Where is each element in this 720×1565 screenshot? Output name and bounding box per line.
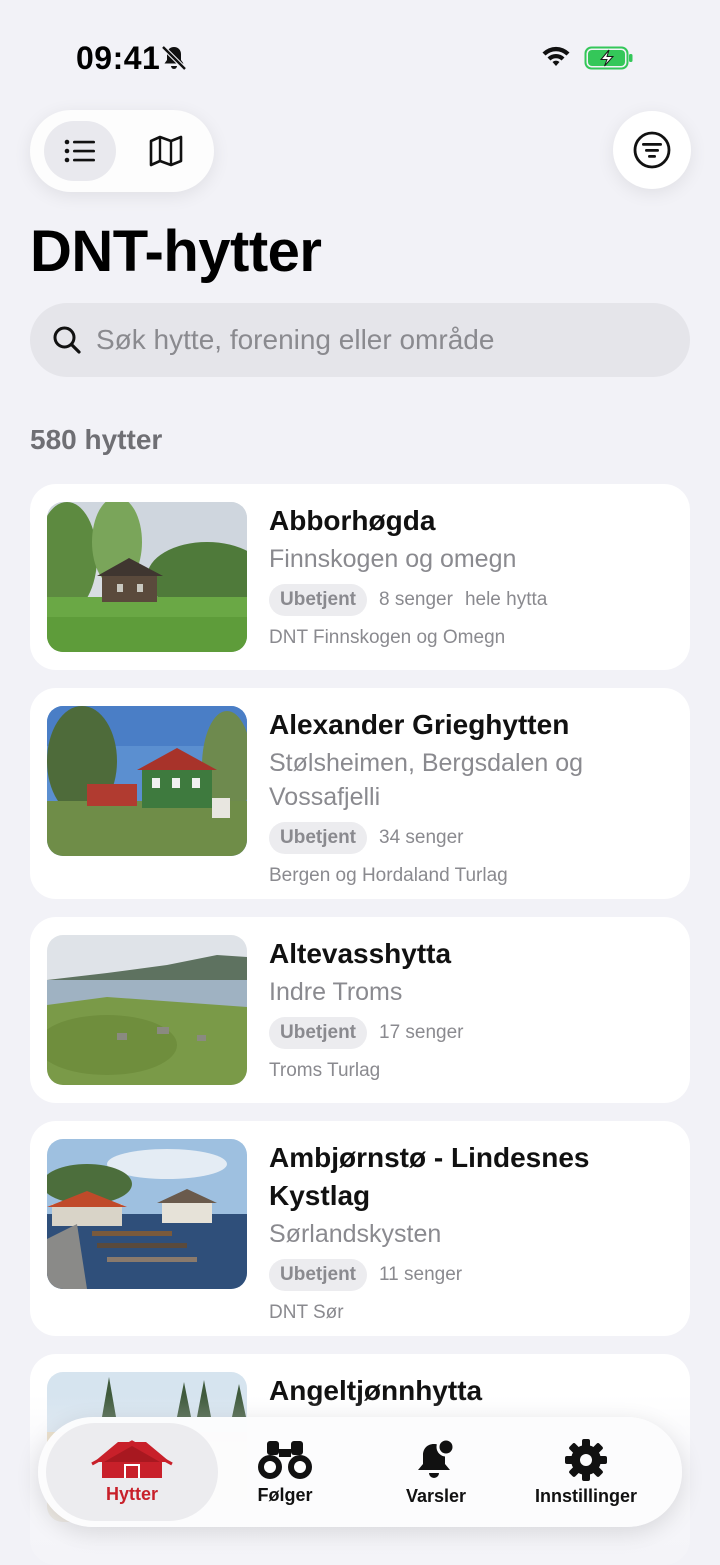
cabin-icon [91, 1439, 173, 1478]
cabin-organization: Troms Turlag [269, 1060, 381, 1081]
tab-folger[interactable]: Følger [218, 1423, 352, 1521]
gear-icon [565, 1438, 607, 1481]
cabin-name: Ambjørnstø - Lindesnes Kystlag [269, 1142, 590, 1211]
cabin-area: Stølsheimen, Bergsdalen og Vossafjelli [269, 749, 584, 811]
service-badge: Ubetjent [269, 1259, 367, 1291]
filter-button[interactable] [613, 111, 691, 189]
status-bar: 09:41 [0, 0, 720, 110]
bed-count: 8 senger [379, 589, 453, 610]
cabin-area: Finnskogen og omegn [269, 545, 517, 573]
cabin-meta: Ubetjent 17 senger [269, 1017, 679, 1049]
bed-count: 11 senger [379, 1264, 463, 1285]
wifi-icon [542, 46, 570, 66]
binoculars-icon [258, 1440, 312, 1479]
bed-count: 34 senger [379, 827, 464, 848]
map-view-button[interactable] [130, 121, 202, 181]
cabin-meta: Ubetjent 34 senger [269, 822, 679, 854]
cabin-area: Sørlandskysten [269, 1220, 442, 1248]
tab-hytter[interactable]: Hytter [46, 1423, 218, 1521]
page-title: DNT-hytter [30, 219, 322, 284]
tab-label: Hytter [105, 1483, 158, 1504]
cabin-area: Indre Troms [269, 978, 403, 1006]
tab-label: Følger [257, 1484, 313, 1505]
cabin-card[interactable]: Abborhøgda Finnskogen og omegn Ubetjent … [30, 484, 690, 670]
service-badge: Ubetjent [269, 822, 367, 854]
cabin-card[interactable]: Altevasshytta Indre Troms Ubetjent 17 se… [30, 917, 690, 1103]
cabin-organization: DNT Sør [269, 1302, 344, 1323]
bed-count: 17 senger [379, 1022, 464, 1043]
tab-bar: Hytter Følger Varsler Innstillinger [38, 1417, 682, 1527]
filter-icon [633, 131, 671, 169]
cabin-card[interactable]: Alexander Grieghytten Stølsheimen, Bergs… [30, 688, 690, 899]
list-icon [64, 139, 95, 163]
result-count: 580 hytter [30, 424, 163, 455]
bell-muted-icon [161, 45, 187, 71]
tab-innstillinger[interactable]: Innstillinger [514, 1423, 658, 1521]
battery-charging-icon [584, 46, 633, 70]
cabin-name: Abborhøgda [269, 505, 436, 536]
service-badge: Ubetjent [269, 1017, 367, 1049]
rental-type: hele hytta [464, 589, 548, 610]
cabin-name: Alexander Grieghytten [269, 709, 570, 740]
cabin-organization: Bergen og Hordaland Turlag [269, 865, 508, 886]
cabin-photo [47, 935, 247, 1085]
tab-varsler[interactable]: Varsler [366, 1423, 506, 1521]
status-time: 09:41 [76, 40, 161, 76]
view-mode-toggle [30, 110, 214, 192]
cabin-meta: Ubetjent 8 senger hele hytta [269, 584, 679, 616]
cabin-card[interactable]: Ambjørnstø - Lindesnes Kystlag Sørlandsk… [30, 1121, 690, 1336]
cabin-photo [47, 1139, 247, 1289]
cabin-photo [47, 706, 247, 856]
tab-label: Varsler [405, 1485, 467, 1506]
bell-badge-icon [418, 1437, 456, 1478]
cabin-name: Altevasshytta [269, 938, 452, 969]
search-input[interactable] [96, 303, 666, 377]
search-bar[interactable] [30, 303, 690, 377]
cabin-organization: DNT Finnskogen og Omegn [269, 627, 506, 648]
service-badge: Ubetjent [269, 584, 367, 616]
tab-label: Innstillinger [534, 1485, 637, 1506]
cabin-meta: Ubetjent 11 senger [269, 1259, 679, 1291]
search-icon [53, 326, 81, 354]
cabin-photo [47, 502, 247, 652]
list-view-button[interactable] [44, 121, 116, 181]
map-icon [149, 135, 183, 167]
